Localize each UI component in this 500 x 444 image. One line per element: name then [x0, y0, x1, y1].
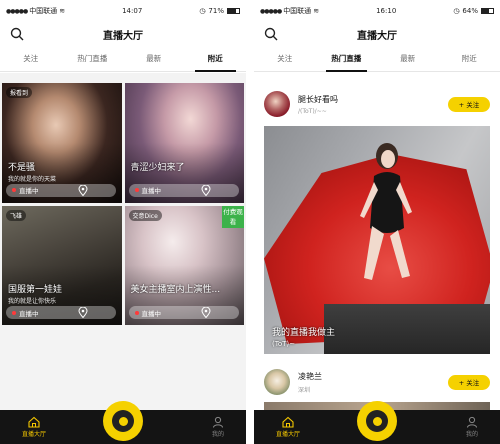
nav-label: 直播大厅: [276, 431, 301, 438]
live-status: 直播中: [6, 306, 116, 319]
battery-icon: [226, 8, 240, 14]
battery-label: 64%: [462, 7, 478, 15]
nav-live-hall[interactable]: 直播大厅: [22, 416, 46, 438]
feed-card-header: 腿长好看吗 /(ToT)/~~ + 关注: [254, 86, 500, 122]
battery-label: 71%: [208, 7, 224, 15]
tile-caption: 美女主播室内上演性...: [130, 285, 221, 295]
tile-caption: 青涩少妇来了: [130, 162, 185, 173]
nav-profile[interactable]: 我的: [466, 416, 478, 438]
user-icon: [212, 416, 223, 428]
wifi-icon: ≋: [59, 7, 66, 15]
start-live-button[interactable]: [357, 401, 397, 441]
tab-bar: 关注 热门直播 最新 附近: [0, 46, 246, 72]
nav-profile[interactable]: 我的: [212, 416, 224, 438]
feed-card-header: 凌艳兰 深圳 + 关注: [254, 364, 500, 400]
tab-hot-live[interactable]: 热门直播: [62, 46, 124, 71]
tab-newest[interactable]: 最新: [123, 46, 185, 71]
tile-tag: 交意Dice: [128, 209, 162, 221]
avatar[interactable]: [264, 369, 290, 395]
camera-eye-icon: [366, 410, 388, 432]
nav-live-hall[interactable]: 直播大厅: [276, 416, 300, 438]
nav-label: 直播大厅: [22, 431, 47, 438]
live-dot-icon: [134, 188, 139, 192]
follow-button[interactable]: + 关注: [448, 96, 490, 112]
search-icon[interactable]: [264, 27, 278, 41]
camera-eye-icon: [112, 410, 134, 432]
time-label: 14:07: [122, 7, 143, 15]
live-status: 直播中: [128, 306, 239, 319]
tile-tag: 报看到: [6, 87, 33, 98]
time-label: 16:10: [376, 7, 397, 15]
search-icon[interactable]: [10, 27, 24, 41]
nav-label: 我的: [465, 431, 478, 438]
status-bar: ●●●●● 中国联通 ≋ 14:07 ◷ 71%: [0, 0, 246, 22]
title-bar: 直播大厅: [0, 22, 246, 46]
left-screen: ●●●●● 中国联通 ≋ 14:07 ◷ 71% 直播大厅 关注 热门直播 最新…: [0, 0, 246, 444]
live-dot-icon: [12, 310, 16, 315]
user-location: 深圳: [298, 386, 311, 394]
live-dot-icon: [12, 188, 16, 192]
paid-badge: 付费观看: [222, 205, 244, 228]
follow-button[interactable]: + 关注: [448, 374, 490, 390]
location-pin-icon: [78, 184, 88, 196]
tab-bar: 关注 热门直播 最新 附近: [254, 46, 500, 72]
alarm-icon: ◷: [199, 7, 206, 15]
live-grid: 报看到 不是骚 我的就是你的天菜 直播中 青涩少妇来了 直播中 飞雄 国服第一娃…: [2, 83, 244, 325]
title-bar: 直播大厅: [254, 22, 500, 46]
tab-hot-live[interactable]: 热门直播: [316, 46, 378, 72]
right-screen: ●●●●● 中国联通 ≋ 16:10 ◷ 64% 直播大厅 关注 热门直播 最新…: [254, 0, 500, 444]
location-pin-icon: [200, 184, 211, 196]
live-status: 直播中: [128, 183, 239, 197]
live-label: 直播中: [19, 187, 39, 195]
signal-icon: ●●●●●: [260, 7, 282, 15]
carrier-label: 中国联通: [283, 7, 312, 15]
home-icon: [28, 416, 40, 428]
location-pin-icon: [78, 307, 88, 318]
page-title: 直播大厅: [357, 30, 397, 42]
live-tile[interactable]: 交意Dice 付费观看 美女主播室内上演性... 直播中: [124, 205, 244, 325]
rug-shape: [324, 304, 490, 354]
location-pin-icon: [200, 307, 211, 318]
tile-subtitle: 我的就是让你快乐: [8, 298, 57, 305]
tile-tag: 飞雄: [6, 209, 27, 221]
user-signature: /(ToT)/~~: [298, 107, 327, 115]
nav-label: 我的: [211, 431, 224, 438]
live-label: 直播中: [141, 187, 162, 195]
user-icon: [466, 416, 477, 428]
feed-caption-sub: (ToT)~: [272, 340, 295, 348]
start-live-button[interactable]: [103, 401, 143, 441]
tile-subtitle: 我的就是你的天菜: [8, 175, 57, 183]
wifi-icon: ≋: [313, 7, 320, 15]
tab-following[interactable]: 关注: [254, 46, 316, 71]
user-info: 凌艳兰 深圳: [298, 371, 448, 394]
tile-caption: 国服第一娃娃: [8, 285, 63, 295]
live-label: 直播中: [19, 309, 39, 318]
user-name: 腿长好看吗: [298, 94, 338, 104]
tab-nearby[interactable]: 附近: [439, 46, 500, 71]
live-dot-icon: [134, 310, 139, 315]
live-tile[interactable]: 青涩少妇来了 直播中: [124, 83, 244, 203]
signal-icon: ●●●●●: [6, 7, 28, 15]
carrier-label: 中国联通: [29, 7, 58, 15]
home-icon: [282, 416, 294, 428]
avatar[interactable]: [264, 91, 290, 117]
tab-newest[interactable]: 最新: [377, 46, 439, 71]
alarm-icon: ◷: [453, 7, 460, 15]
page-title: 直播大厅: [103, 30, 143, 42]
tab-following[interactable]: 关注: [0, 46, 62, 71]
tile-caption: 不是骚: [8, 162, 36, 173]
status-bar: ●●●●● 中国联通 ≋ 16:10 ◷ 64%: [254, 0, 500, 22]
battery-icon: [480, 8, 494, 14]
feed-caption: 我的直播我做主: [272, 328, 336, 338]
figure-illustration: [360, 143, 412, 280]
user-name: 凌艳兰: [298, 371, 322, 381]
live-status: 直播中: [6, 183, 116, 197]
live-tile[interactable]: 报看到 不是骚 我的就是你的天菜 直播中: [2, 83, 122, 203]
user-info: 腿长好看吗 /(ToT)/~~: [298, 94, 448, 115]
live-label: 直播中: [141, 309, 162, 318]
live-tile[interactable]: 飞雄 国服第一娃娃 我的就是让你快乐 直播中: [2, 205, 122, 325]
live-cover-image[interactable]: 我的直播我做主 (ToT)~: [264, 126, 490, 354]
tab-nearby[interactable]: 附近: [185, 46, 247, 72]
